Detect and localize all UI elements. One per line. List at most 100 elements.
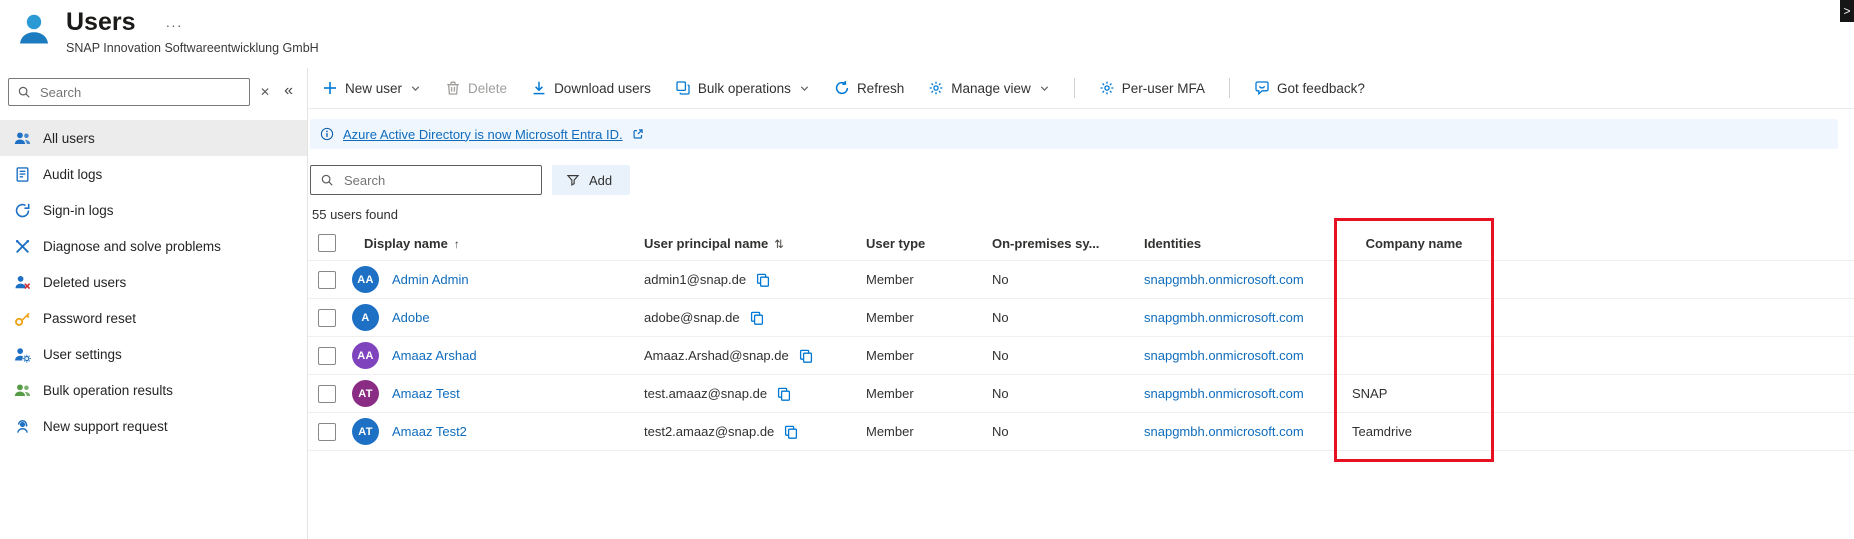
user-type-cell: Member [866, 348, 914, 363]
on-premises-cell: No [992, 272, 1009, 287]
display-name-link[interactable]: Amaaz Test [392, 386, 460, 401]
user-search-box[interactable] [310, 165, 542, 195]
sidebar-item-label: Sign-in logs [43, 202, 114, 218]
support-icon [14, 418, 31, 435]
table-row[interactable]: AT Amaaz Test2 test2.amaaz@snap.de Membe… [308, 412, 1854, 450]
add-filter-button[interactable]: Add [552, 165, 631, 195]
upn-text: Amaaz.Arshad@snap.de [644, 348, 789, 363]
display-name-link[interactable]: Admin Admin [392, 272, 469, 287]
sidebar-item-label: Password reset [43, 310, 137, 326]
download-icon [531, 80, 547, 96]
sidebar-item-user-settings[interactable]: User settings [0, 336, 307, 372]
table-header-row: Display name ↑ User principal name ⇅ User … [308, 226, 1854, 260]
sidebar-item-new-support-request[interactable]: New support request [0, 408, 307, 444]
copy-icon[interactable] [776, 386, 792, 402]
sidebar-item-label: Bulk operation results [43, 382, 173, 398]
toolbar-per-user-mfa-button[interactable]: Per-user MFA [1099, 80, 1205, 96]
table-row[interactable]: AA Amaaz Arshad Amaaz.Arshad@snap.de Mem… [308, 336, 1854, 374]
row-checkbox[interactable] [318, 270, 336, 289]
table-row[interactable]: AA Admin Admin admin1@snap.de Member No … [308, 260, 1854, 298]
sort-both-icon: ⇅ [774, 238, 784, 251]
select-all-checkbox[interactable] [318, 234, 336, 252]
clear-search-icon[interactable]: ✕ [258, 83, 272, 101]
column-header-user-type[interactable]: User type [854, 236, 980, 251]
plus-icon [322, 80, 338, 96]
copy-icon[interactable] [783, 424, 799, 440]
column-header-company-name[interactable]: Company name [1338, 236, 1490, 251]
identities-link[interactable]: snapgmbh.onmicrosoft.com [1144, 424, 1304, 439]
company-name-cell: SNAP [1352, 386, 1388, 401]
toolbar-item-label: Got feedback? [1277, 80, 1365, 96]
toolbar-download-users-button[interactable]: Download users [531, 80, 651, 96]
table-row[interactable]: AT Amaaz Test test.amaaz@snap.de Member … [308, 374, 1854, 412]
sidebar-item-label: New support request [43, 418, 168, 434]
display-name-link[interactable]: Amaaz Test2 [392, 424, 467, 439]
scroll-right-chevron[interactable]: > [1840, 0, 1854, 22]
sidebar-item-deleted-users[interactable]: Deleted users [0, 264, 307, 300]
identities-link[interactable]: snapgmbh.onmicrosoft.com [1144, 386, 1304, 401]
toolbar-item-label: Refresh [856, 80, 905, 96]
entra-id-link[interactable]: Azure Active Directory is now Microsoft … [343, 127, 623, 142]
gear-icon [1099, 80, 1115, 96]
toolbar-refresh-button[interactable]: Refresh [834, 80, 904, 96]
key-icon [14, 310, 31, 327]
results-count: 55 users found [312, 207, 399, 222]
toolbar-delete-button[interactable]: Delete [445, 80, 507, 96]
toolbar-item-label: Manage view [951, 80, 1031, 96]
toolbar-got-feedback-button[interactable]: Got feedback? [1254, 80, 1365, 96]
sidebar-nav: All users Audit logs Sign-in logs Diagno… [0, 120, 307, 444]
copy-icon[interactable] [749, 310, 765, 326]
add-filter-label: Add [589, 172, 613, 188]
sidebar-search-input[interactable] [38, 83, 242, 101]
sidebar-item-sign-in-logs[interactable]: Sign-in logs [0, 192, 307, 228]
user-gear-icon [14, 346, 31, 363]
identities-link[interactable]: snapgmbh.onmicrosoft.com [1144, 348, 1304, 363]
sidebar-item-bulk-operation-results[interactable]: Bulk operation results [0, 372, 307, 408]
deleted-user-icon [14, 274, 31, 291]
company-name-cell: Teamdrive [1352, 424, 1412, 439]
upn-text: adobe@snap.de [644, 310, 740, 325]
header-checkbox-cell [308, 234, 352, 252]
avatar: AT [352, 380, 379, 407]
sidebar-item-label: Deleted users [43, 274, 127, 290]
identities-link[interactable]: snapgmbh.onmicrosoft.com [1144, 272, 1304, 287]
toolbar-separator [1229, 78, 1231, 98]
upn-text: test2.amaaz@snap.de [644, 424, 775, 439]
column-header-identities[interactable]: Identities [1132, 236, 1338, 251]
copy-icon[interactable] [755, 272, 771, 288]
more-menu-icon[interactable]: ··· [166, 17, 183, 33]
toolbar-bulk-operations-button[interactable]: Bulk operations [675, 80, 810, 96]
command-bar: New user Delete Download users Bulk oper… [308, 68, 1854, 109]
users-table: Display name ↑ User principal name ⇅ User … [308, 226, 1854, 454]
toolbar-new-user-button[interactable]: New user [322, 80, 421, 96]
sidebar-item-password-reset[interactable]: Password reset [0, 300, 307, 336]
sidebar-search-box[interactable] [8, 78, 251, 106]
table-row[interactable]: A Adobe adobe@snap.de Member No snapgmbh… [308, 298, 1854, 336]
sidebar-item-audit-logs[interactable]: Audit logs [0, 156, 307, 192]
display-name-link[interactable]: Amaaz Arshad [392, 348, 477, 363]
info-icon [320, 127, 334, 141]
row-checkbox[interactable] [318, 384, 336, 403]
row-checkbox[interactable] [318, 346, 336, 365]
table-row[interactable] [308, 450, 1854, 454]
user-search-input[interactable] [342, 171, 532, 189]
column-header-on-premises[interactable]: On-premises sy... [980, 236, 1132, 251]
column-header-user-principal-name[interactable]: User principal name ⇅ [632, 236, 854, 251]
row-checkbox[interactable] [318, 422, 336, 441]
column-header-display-name[interactable]: Display name ↑ [352, 236, 632, 251]
sidebar-item-label: All users [43, 130, 95, 146]
chevron-down-icon [799, 83, 810, 94]
upn-text: admin1@snap.de [644, 272, 747, 287]
chevron-down-icon [410, 83, 421, 94]
row-checkbox[interactable] [318, 308, 336, 327]
display-name-link[interactable]: Adobe [392, 310, 430, 325]
page-subtitle: SNAP Innovation Softwareentwicklung GmbH [66, 40, 319, 55]
toolbar-manage-view-button[interactable]: Manage view [928, 80, 1050, 96]
sidebar-item-diagnose-and-solve-problems[interactable]: Diagnose and solve problems [0, 228, 307, 264]
identities-link[interactable]: snapgmbh.onmicrosoft.com [1144, 310, 1304, 325]
diagnose-icon [14, 238, 31, 255]
table-body: AA Admin Admin admin1@snap.de Member No … [308, 260, 1854, 454]
copy-icon[interactable] [798, 348, 814, 364]
sidebar-item-all-users[interactable]: All users [0, 120, 307, 156]
collapse-sidebar-icon[interactable]: « [280, 82, 299, 102]
